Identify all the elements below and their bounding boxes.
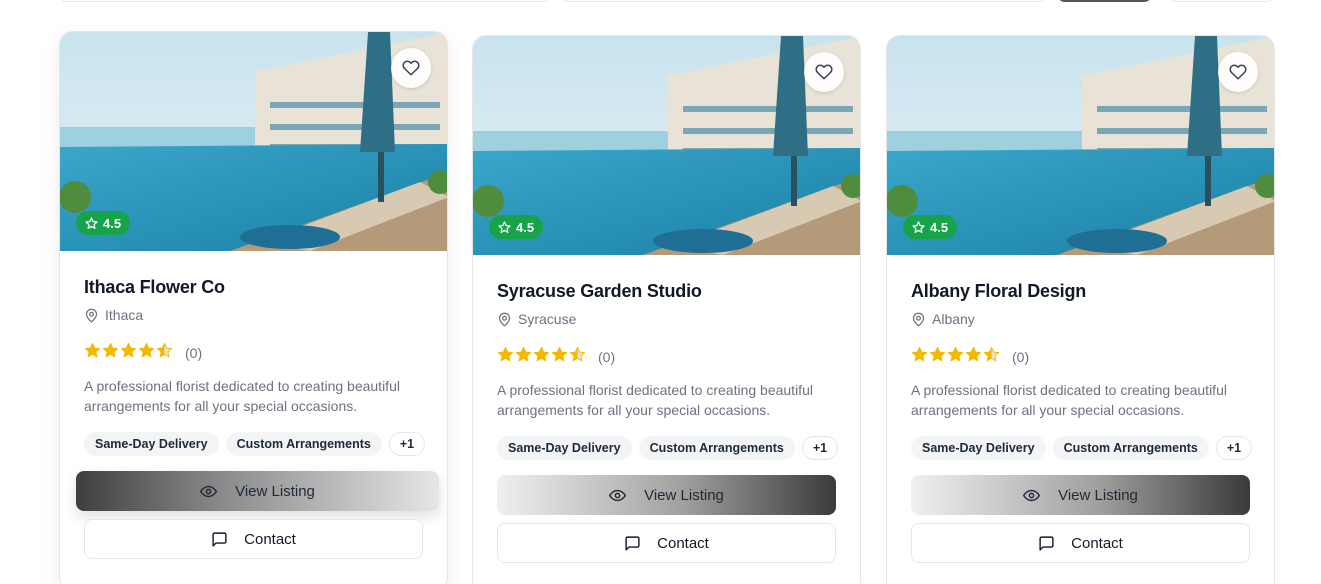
- eye-icon: [609, 489, 627, 501]
- listing-title[interactable]: Syracuse Garden Studio: [497, 281, 836, 302]
- tag-chip: Same-Day Delivery: [84, 432, 219, 456]
- view-listing-button[interactable]: View Listing: [497, 475, 836, 515]
- tag-list: Same-Day Delivery Custom Arrangements +1: [497, 436, 839, 460]
- star-icon: [911, 346, 928, 368]
- star-icon: [84, 342, 101, 364]
- star-icon: [965, 346, 982, 368]
- tag-chip: Custom Arrangements: [1052, 436, 1209, 460]
- listing-card[interactable]: 4.5 Albany Floral Design Albany (0) A pr…: [886, 35, 1275, 584]
- tag-chip: Same-Day Delivery: [911, 436, 1046, 460]
- star-icon: [156, 342, 173, 364]
- favorite-button[interactable]: [391, 48, 431, 88]
- review-count: (0): [1012, 349, 1030, 365]
- rating-badge-value: 4.5: [516, 219, 535, 235]
- tag-chip: Custom Arrangements: [638, 436, 795, 460]
- view-listing-label: View Listing: [1058, 486, 1138, 504]
- star-icon: [912, 220, 925, 233]
- star-icon: [497, 346, 514, 368]
- heart-icon: [1229, 64, 1247, 80]
- star-icon: [551, 346, 568, 368]
- location-text: Ithaca: [105, 307, 144, 323]
- message-square-icon: [1039, 535, 1054, 551]
- star-icon: [515, 346, 532, 368]
- eye-icon: [200, 485, 218, 497]
- favorite-button[interactable]: [1218, 52, 1258, 92]
- message-square-icon: [212, 531, 227, 547]
- listing-description: A professional florist dedicated to crea…: [84, 378, 400, 414]
- top-filter-field-1[interactable]: [59, 0, 551, 2]
- star-icon: [120, 342, 137, 364]
- rating-badge: 4.5: [903, 215, 958, 239]
- star-icon: [138, 342, 155, 364]
- tag-chip: Custom Arrangements: [225, 432, 382, 456]
- listing-title[interactable]: Albany Floral Design: [911, 281, 1250, 302]
- eye-icon: [1023, 489, 1041, 501]
- heart-icon: [815, 64, 833, 80]
- listing-card[interactable]: 4.5 Ithaca Flower Co Ithaca (0) A profes…: [59, 31, 448, 584]
- contact-label: Contact: [1071, 534, 1123, 552]
- top-sort-control[interactable]: [1168, 0, 1274, 2]
- contact-button[interactable]: Contact: [497, 523, 836, 563]
- stars: [497, 346, 586, 368]
- rating-badge-value: 4.5: [930, 219, 949, 235]
- review-count: (0): [598, 349, 616, 365]
- favorite-button[interactable]: [804, 52, 844, 92]
- location-text: Syracuse: [518, 311, 577, 327]
- star-rating: (0): [911, 346, 1250, 368]
- location-text: Albany: [932, 311, 975, 327]
- stars: [84, 342, 173, 364]
- view-listing-button[interactable]: View Listing: [76, 471, 439, 511]
- listing-description: A professional florist dedicated to crea…: [911, 382, 1227, 418]
- star-rating: (0): [84, 342, 423, 364]
- top-filter-button[interactable]: [1057, 0, 1152, 2]
- tag-list: Same-Day Delivery Custom Arrangements +1: [911, 436, 1253, 460]
- listing-image[interactable]: 4.5: [60, 32, 447, 251]
- rating-badge: 4.5: [76, 211, 131, 235]
- listing-card[interactable]: 4.5 Syracuse Garden Studio Syracuse (0) …: [472, 35, 861, 584]
- rating-badge-value: 4.5: [103, 215, 122, 231]
- listing-location: Ithaca: [84, 307, 423, 323]
- star-icon: [533, 346, 550, 368]
- contact-label: Contact: [657, 534, 709, 552]
- contact-button[interactable]: Contact: [84, 519, 423, 559]
- message-square-icon: [625, 535, 640, 551]
- listing-title[interactable]: Ithaca Flower Co: [84, 277, 423, 298]
- more-tags-chip[interactable]: +1: [1215, 436, 1253, 460]
- listing-image[interactable]: 4.5: [887, 36, 1274, 255]
- top-filter-field-2[interactable]: [560, 0, 1047, 2]
- view-listing-label: View Listing: [644, 486, 724, 504]
- star-icon: [85, 216, 98, 229]
- more-tags-chip[interactable]: +1: [801, 436, 839, 460]
- review-count: (0): [185, 345, 203, 361]
- star-icon: [102, 342, 119, 364]
- star-icon: [498, 220, 511, 233]
- stars: [911, 346, 1000, 368]
- listing-location: Syracuse: [497, 311, 836, 327]
- map-pin-icon: [85, 308, 98, 322]
- listing-image[interactable]: 4.5: [473, 36, 860, 255]
- star-icon: [983, 346, 1000, 368]
- map-pin-icon: [912, 312, 925, 326]
- contact-button[interactable]: Contact: [911, 523, 1250, 563]
- contact-label: Contact: [244, 530, 296, 548]
- tag-chip: Same-Day Delivery: [497, 436, 632, 460]
- star-icon: [569, 346, 586, 368]
- tag-list: Same-Day Delivery Custom Arrangements +1: [84, 432, 426, 456]
- star-rating: (0): [497, 346, 836, 368]
- listing-location: Albany: [911, 311, 1250, 327]
- more-tags-chip[interactable]: +1: [388, 432, 426, 456]
- heart-icon: [402, 60, 420, 76]
- star-icon: [947, 346, 964, 368]
- view-listing-label: View Listing: [235, 482, 315, 500]
- listing-description: A professional florist dedicated to crea…: [497, 382, 813, 418]
- map-pin-icon: [498, 312, 511, 326]
- rating-badge: 4.5: [489, 215, 544, 239]
- star-icon: [929, 346, 946, 368]
- view-listing-button[interactable]: View Listing: [911, 475, 1250, 515]
